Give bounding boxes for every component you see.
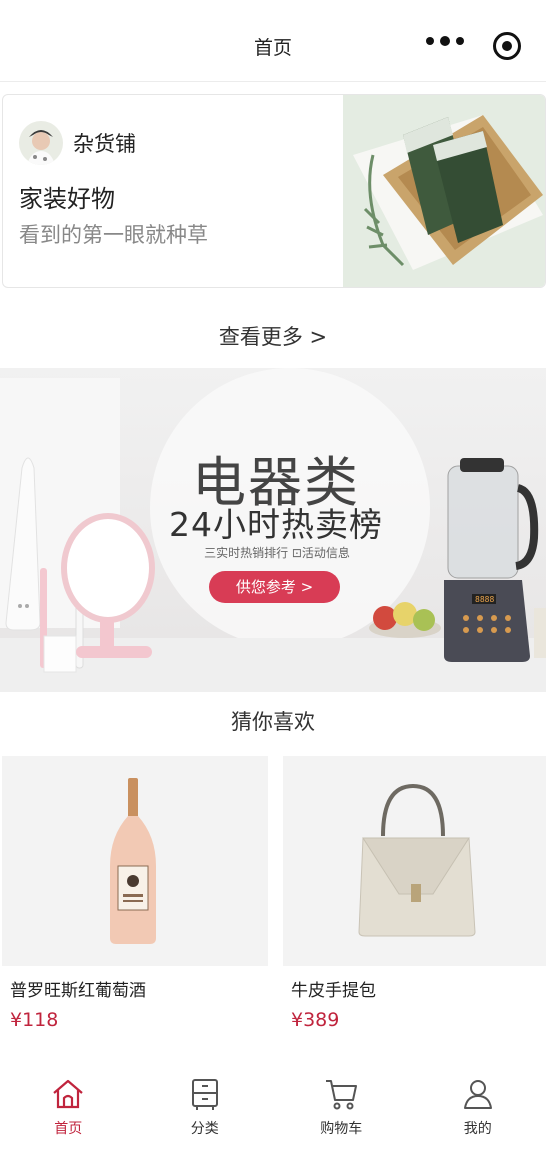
tab-profile[interactable]: 我的 xyxy=(410,1064,546,1156)
cart-icon xyxy=(326,1080,358,1110)
store-subtitle: 看到的第一眼就种草 xyxy=(19,223,208,247)
promo-banner[interactable]: 8888 电器类 24小时热卖榜 三实时热销排行 ⊡活动信息 供您参考 > xyxy=(0,368,546,692)
banner-subtitle: 24小时热卖榜 xyxy=(169,505,383,544)
svg-text:8888: 8888 xyxy=(475,595,494,604)
product-name: 牛皮手提包 xyxy=(291,981,376,1001)
product-image xyxy=(2,756,268,966)
product-price: ¥389 xyxy=(291,1009,340,1031)
product-card-wine[interactable]: 普罗旺斯红葡萄酒 ¥118 xyxy=(2,756,268,1031)
tab-label: 购物车 xyxy=(320,1121,363,1137)
tab-category[interactable]: 分类 xyxy=(137,1064,274,1156)
tab-cart[interactable]: 购物车 xyxy=(273,1064,410,1156)
store-product-image xyxy=(343,95,545,287)
tab-home[interactable]: 首页 xyxy=(0,1064,137,1156)
store-avatar xyxy=(19,121,63,165)
bottom-tab-bar: 首页 分类 购物车 我的 xyxy=(0,1064,546,1156)
product-card-handbag[interactable]: 牛皮手提包 ¥389 xyxy=(283,756,546,1031)
tab-label: 首页 xyxy=(54,1121,83,1137)
product-name: 普罗旺斯红葡萄酒 xyxy=(10,981,146,1001)
store-title: 家装好物 xyxy=(19,185,115,213)
close-miniprogram-icon[interactable] xyxy=(493,32,521,60)
view-more-link[interactable]: 查看更多 > xyxy=(0,321,546,351)
product-image xyxy=(283,756,546,966)
tab-label: 分类 xyxy=(190,1121,219,1137)
category-icon xyxy=(191,1079,218,1110)
home-icon xyxy=(53,1079,83,1109)
store-card[interactable]: 杂货铺 家装好物 看到的第一眼就种草 xyxy=(2,94,546,288)
more-icon[interactable] xyxy=(426,36,464,46)
user-icon xyxy=(463,1080,492,1109)
store-name: 杂货铺 xyxy=(73,132,136,156)
nav-header: 首页 xyxy=(0,0,546,82)
banner-tags: 三实时热销排行 ⊡活动信息 xyxy=(204,546,350,560)
product-price: ¥118 xyxy=(10,1009,59,1031)
page-title: 首页 xyxy=(253,37,292,59)
banner-button[interactable]: 供您参考 > xyxy=(209,571,340,603)
tab-label: 我的 xyxy=(463,1121,492,1137)
recommend-title: 猜你喜欢 xyxy=(231,710,315,734)
